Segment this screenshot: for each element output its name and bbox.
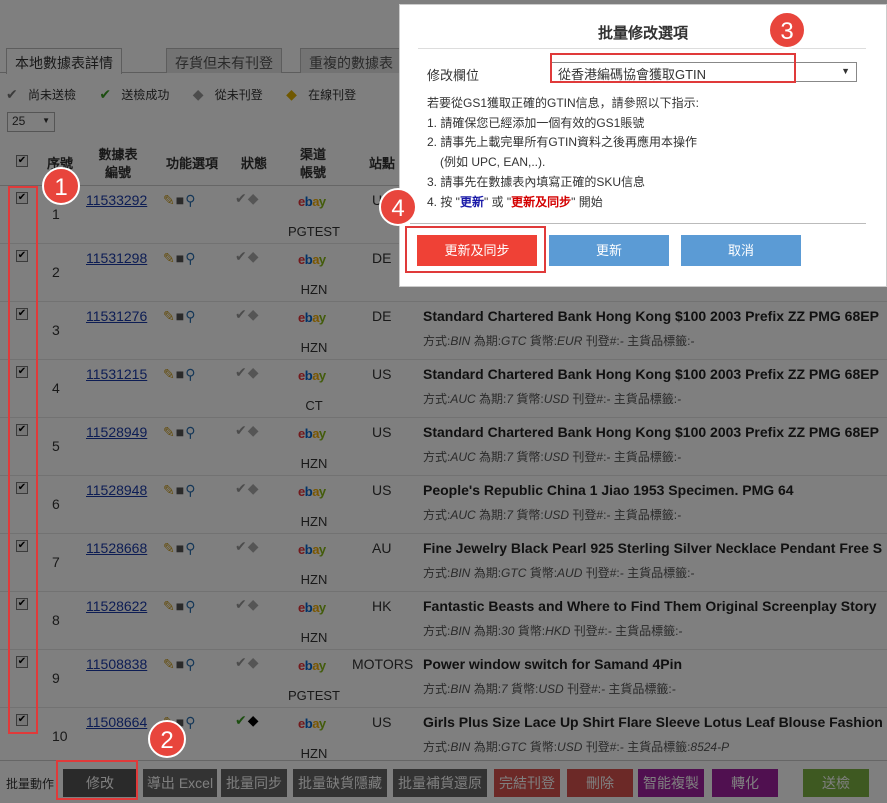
divider	[410, 223, 866, 224]
app-page: 本地數據表詳情 存貨但未有刊登 重複的數據表 ✔尚未送檢 ✔送檢成功 ◆從未刊登…	[0, 0, 887, 803]
modal-title: 批量修改選項	[597, 25, 688, 42]
annotation-box-update-sync	[405, 226, 546, 273]
annotation-badge-3: 3	[768, 11, 806, 49]
field-label: 修改欄位	[427, 68, 480, 83]
cancel-button[interactable]: 取消	[681, 235, 801, 266]
instruction-step2: 2. 請事先上載完畢所有GTIN資料之後再應用本操作	[427, 135, 698, 149]
instruction-step1: 1. 請確保您已經添加一個有效的GS1賬號	[427, 116, 645, 130]
instruction-step4: 4. 按 "更新" 或 "更新及同步" 開始	[427, 195, 603, 209]
update-button[interactable]: 更新	[549, 235, 669, 266]
annotation-badge-1: 1	[42, 167, 80, 205]
annotation-box-checkboxes	[8, 186, 38, 734]
chevron-down-icon: ▼	[841, 66, 850, 76]
annotation-box-edit-button	[56, 760, 138, 800]
divider	[418, 48, 866, 49]
annotation-badge-2: 2	[148, 720, 186, 758]
instruction-step2-example: (例如 UPC, EAN,..).	[440, 155, 546, 169]
update-keyword: 更新	[459, 195, 484, 209]
instruction-step3: 3. 請事先在數據表內填寫正確的SKU信息	[427, 175, 646, 189]
update-sync-keyword: 更新及同步	[511, 195, 572, 209]
annotation-box-field-select	[550, 53, 796, 83]
annotation-badge-4: 4	[379, 188, 417, 226]
instruction-intro: 若要從GS1獲取正確的GTIN信息，請參照以下指示:	[427, 96, 700, 110]
